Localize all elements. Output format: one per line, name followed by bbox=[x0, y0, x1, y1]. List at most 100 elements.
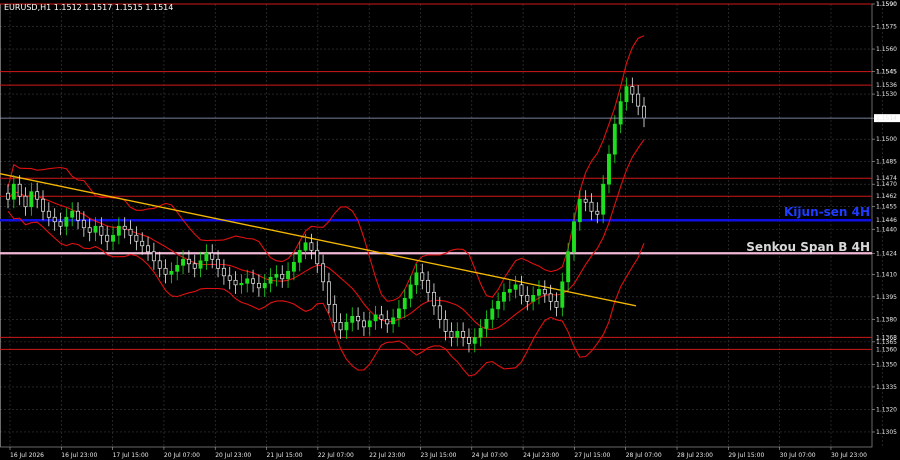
candle-body bbox=[315, 249, 320, 265]
candle-body bbox=[601, 183, 606, 215]
x-tick-label: 21 Jul 15:00 bbox=[267, 452, 303, 459]
x-tick-label: 30 Jul 23:00 bbox=[831, 452, 867, 459]
candle-body bbox=[87, 227, 92, 233]
x-tick-label: 22 Jul 23:00 bbox=[369, 452, 405, 459]
y-tick-label: 1.1455 bbox=[876, 204, 897, 211]
candle-body bbox=[11, 183, 16, 200]
candle-body bbox=[210, 252, 215, 260]
candle-body bbox=[560, 281, 565, 308]
y-tick-label: 1.1560 bbox=[876, 46, 897, 53]
candle-body bbox=[467, 337, 471, 344]
candle-body bbox=[490, 308, 495, 320]
candle-body bbox=[496, 300, 501, 310]
chart-background bbox=[0, 0, 900, 460]
candle-body bbox=[484, 319, 489, 329]
candle-body bbox=[256, 282, 261, 289]
candle-body bbox=[618, 101, 623, 125]
candle-body bbox=[443, 319, 448, 332]
candle-body bbox=[361, 320, 366, 328]
candle-body bbox=[233, 279, 238, 286]
candle-body bbox=[239, 282, 244, 286]
senkou-span-b-label: Senkou Span B 4H bbox=[746, 240, 870, 254]
candle-body bbox=[426, 279, 431, 293]
x-tick-label: 24 Jul 23:00 bbox=[523, 452, 559, 459]
candle-body bbox=[175, 264, 180, 272]
candle-body bbox=[502, 291, 506, 302]
candle-body bbox=[251, 278, 256, 284]
candle-body bbox=[350, 316, 355, 323]
x-tick-label: 23 Jul 15:00 bbox=[420, 452, 456, 459]
x-tick-label: 20 Jul 07:00 bbox=[164, 452, 200, 459]
y-tick-label: 1.1320 bbox=[876, 406, 897, 413]
candle-body bbox=[542, 288, 547, 295]
y-tick-label: 1.1350 bbox=[876, 361, 897, 368]
y-tick-label: 1.1335 bbox=[876, 384, 897, 391]
candle-body bbox=[525, 294, 530, 302]
candle-body bbox=[29, 191, 34, 208]
candle-body bbox=[367, 320, 372, 328]
candle-body bbox=[344, 322, 349, 331]
candle-body bbox=[583, 198, 588, 203]
x-tick-label: 16 Jul 2026 bbox=[10, 452, 44, 459]
y-tick-label: 1.1530 bbox=[876, 91, 897, 98]
y-tick-label: 1.1470 bbox=[876, 181, 897, 188]
red-level-price: 1.1462 bbox=[876, 193, 897, 200]
candle-body bbox=[461, 331, 466, 338]
candle-body bbox=[198, 260, 203, 269]
candle-body bbox=[221, 267, 226, 277]
y-tick-label: 1.1410 bbox=[876, 271, 897, 278]
candle-body bbox=[140, 240, 145, 247]
candle-body bbox=[642, 105, 646, 119]
candle-body bbox=[332, 303, 337, 323]
candle-body bbox=[105, 234, 110, 242]
y-tick-label: 1.1485 bbox=[876, 159, 897, 166]
candle-body bbox=[216, 258, 221, 269]
candle-body bbox=[455, 331, 460, 338]
candle-body bbox=[589, 201, 594, 212]
candle-body bbox=[513, 284, 518, 290]
candle-body bbox=[99, 225, 104, 236]
x-tick-label: 30 Jul 07:00 bbox=[780, 452, 816, 459]
candle-body bbox=[280, 273, 285, 280]
candle-body bbox=[385, 319, 390, 325]
candle-body bbox=[186, 258, 191, 265]
candle-body bbox=[128, 228, 133, 236]
candle-body bbox=[146, 245, 150, 253]
candle-body bbox=[612, 123, 617, 155]
candle-body bbox=[519, 284, 524, 296]
candle-body bbox=[356, 316, 361, 322]
candle-body bbox=[326, 281, 331, 305]
kijun-sen-price: 1.1446 bbox=[876, 217, 897, 224]
candle-body bbox=[297, 249, 302, 263]
candle-body bbox=[449, 331, 454, 338]
candle-body bbox=[122, 225, 127, 230]
x-tick-label: 27 Jul 15:00 bbox=[574, 452, 610, 459]
candle-body bbox=[23, 195, 28, 208]
x-tick-label: 28 Jul 07:00 bbox=[626, 452, 662, 459]
candle-body bbox=[577, 198, 582, 223]
candle-body bbox=[163, 267, 168, 275]
x-tick-label: 16 Jul 23:00 bbox=[61, 452, 97, 459]
candle-body bbox=[437, 305, 442, 320]
x-tick-label: 28 Jul 23:00 bbox=[677, 452, 713, 459]
candle-body bbox=[607, 153, 611, 185]
x-tick-label: 17 Jul 15:00 bbox=[113, 452, 149, 459]
y-tick-label: 1.1380 bbox=[876, 316, 897, 323]
x-tick-label: 20 Jul 23:00 bbox=[215, 452, 251, 459]
candle-body bbox=[70, 210, 75, 218]
candle-body bbox=[414, 272, 419, 286]
candle-body bbox=[52, 216, 57, 223]
candle-body bbox=[321, 263, 326, 283]
candle-body bbox=[595, 210, 600, 215]
candle-body bbox=[64, 216, 69, 227]
candle-body bbox=[408, 284, 413, 299]
candle-body bbox=[391, 317, 396, 325]
y-tick-label: 1.1365 bbox=[876, 339, 897, 346]
candle-body bbox=[181, 258, 185, 266]
candle-body bbox=[93, 225, 98, 233]
candle-body bbox=[636, 93, 641, 107]
candle-body bbox=[420, 272, 425, 281]
candle-body bbox=[472, 337, 477, 344]
candle-body bbox=[286, 270, 291, 280]
y-tick-label: 1.1305 bbox=[876, 429, 897, 436]
